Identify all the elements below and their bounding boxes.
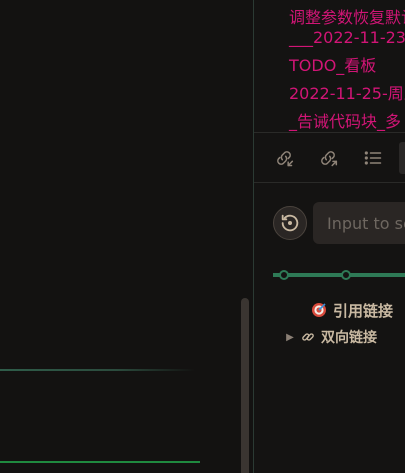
progress-dot	[341, 270, 351, 280]
divider	[254, 132, 405, 133]
progress-dot	[279, 270, 289, 280]
panel-toolbar	[254, 140, 405, 176]
document-link[interactable]: TODO_看板	[289, 52, 405, 80]
list-icon[interactable]	[360, 144, 386, 172]
editor-pane	[0, 0, 253, 473]
progress-track	[273, 273, 405, 277]
search-input[interactable]	[327, 213, 405, 233]
backlink-title: 引用链接	[333, 301, 394, 320]
divider	[254, 182, 405, 183]
bottom-accent-line	[0, 461, 200, 463]
document-link[interactable]: ___2022-11-23	[289, 24, 405, 52]
bidirectional-links-item[interactable]: ▶ 双向链接	[285, 326, 377, 348]
backlink-section-header[interactable]: 引用链接	[311, 299, 393, 321]
link-backward-icon[interactable]	[271, 144, 297, 172]
caret-right-icon[interactable]: ▶	[285, 332, 295, 343]
scrollbar[interactable]	[241, 298, 249, 473]
chain-link-icon	[301, 330, 315, 344]
backlink-panel: 调整参数恢复默认 ___2022-11-23 TODO_看板 2022-11-2…	[253, 0, 405, 473]
document-link[interactable]: 调整参数恢复默认	[289, 0, 405, 27]
history-icon[interactable]	[273, 206, 307, 240]
divider	[0, 369, 195, 371]
document-link[interactable]: 2022-11-25-周五	[289, 80, 405, 108]
link-forward-icon[interactable]	[315, 144, 341, 172]
document-list: 调整参数恢复默认 ___2022-11-23 TODO_看板 2022-11-2…	[289, 0, 405, 136]
target-icon	[311, 302, 327, 318]
search-box	[313, 202, 405, 244]
bidirectional-links-label: 双向链接	[321, 330, 377, 346]
toolbar-overflow-button[interactable]	[399, 142, 405, 174]
